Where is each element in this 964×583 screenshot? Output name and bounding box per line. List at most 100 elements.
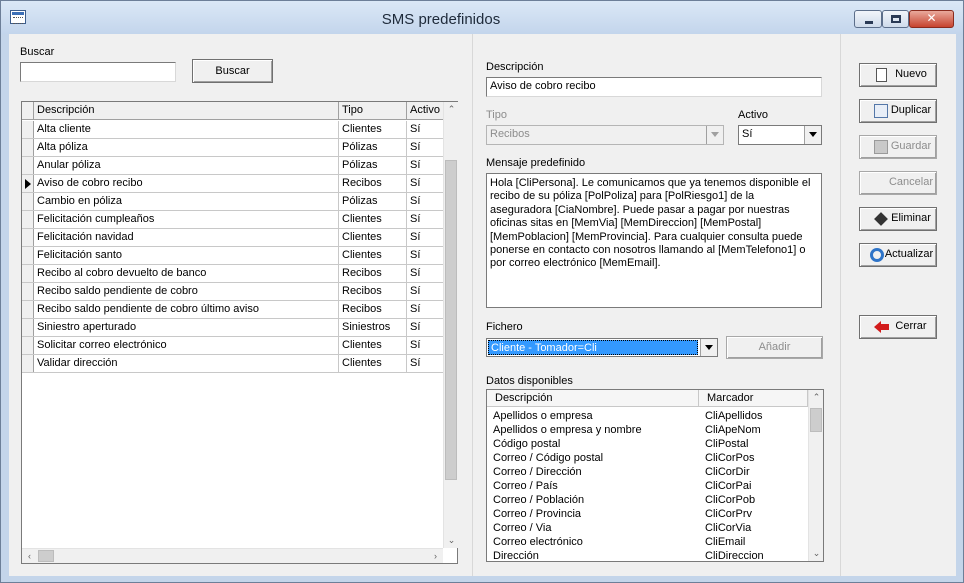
sms-grid[interactable]: Descripción Tipo Activo Alta cliente Clie… [21,101,458,564]
table-row[interactable]: Alta póliza Pólizas Sí [22,139,443,157]
cell-tipo[interactable]: Clientes [339,247,407,264]
cell-descripcion[interactable]: Felicitación santo [34,247,339,264]
cell-descripcion[interactable]: Felicitación cumpleaños [34,211,339,228]
table-row[interactable]: Cambio en póliza Pólizas Sí [22,193,443,211]
cell-activo[interactable]: Sí [407,121,443,138]
cell-descripcion[interactable]: Cambio en póliza [34,193,339,210]
cell-tipo[interactable]: Pólizas [339,193,407,210]
cell-activo[interactable]: Sí [407,229,443,246]
row-indicator[interactable] [22,139,34,156]
cell-activo[interactable]: Sí [407,211,443,228]
list-item[interactable]: Correo / Via CliCorVia [487,522,808,536]
scroll-left-icon[interactable]: ‹ [22,549,37,564]
tipo-dropdown-icon[interactable] [706,126,723,144]
row-indicator[interactable] [22,319,34,336]
minimize-button[interactable] [854,10,882,28]
fichero-select[interactable]: Cliente - Tomador=Cli [486,338,718,357]
cell-descripcion[interactable]: Aviso de cobro recibo [34,175,339,192]
activo-dropdown-icon[interactable] [804,126,821,144]
cell-activo[interactable]: Sí [407,139,443,156]
datos-header-descripcion[interactable]: Descripción [487,390,699,407]
cell-tipo[interactable]: Clientes [339,229,407,246]
row-indicator[interactable] [22,355,34,372]
cell-activo[interactable]: Sí [407,337,443,354]
guardar-button[interactable]: Guardar [859,135,937,159]
cerrar-button[interactable]: Cerrar [859,315,937,339]
cell-tipo[interactable]: Recibos [339,301,407,318]
descripcion-input[interactable]: Aviso de cobro recibo [486,77,822,97]
table-row[interactable]: Felicitación navidad Clientes Sí [22,229,443,247]
cell-tipo[interactable]: Recibos [339,175,407,192]
datos-header-marcador[interactable]: Marcador [699,390,808,407]
cell-activo[interactable]: Sí [407,355,443,372]
row-indicator[interactable] [22,121,34,138]
table-row[interactable]: Recibo saldo pendiente de cobro último a… [22,301,443,319]
table-row[interactable]: Felicitación santo Clientes Sí [22,247,443,265]
cell-descripcion[interactable]: Alta póliza [34,139,339,156]
datos-vertical-scrollbar[interactable]: ⌃ ⌄ [808,390,823,561]
datos-list[interactable]: Descripción Marcador Apellidos o empresa… [486,389,824,562]
cell-descripcion[interactable]: Recibo saldo pendiente de cobro [34,283,339,300]
row-indicator[interactable] [22,157,34,174]
cell-activo[interactable]: Sí [407,157,443,174]
search-input[interactable] [20,62,176,82]
search-button[interactable]: Buscar [192,59,273,83]
cell-tipo[interactable]: Pólizas [339,139,407,156]
cell-activo[interactable]: Sí [407,301,443,318]
row-indicator[interactable] [22,265,34,282]
row-indicator[interactable] [22,283,34,300]
cell-tipo[interactable]: Recibos [339,283,407,300]
nuevo-button[interactable]: Nuevo [859,63,937,87]
activo-select[interactable]: Sí [738,125,822,145]
table-row[interactable]: Siniestro aperturado Siniestros Sí [22,319,443,337]
datos-vscroll-thumb[interactable] [810,408,822,432]
table-row[interactable]: Validar dirección Clientes Sí [22,355,443,373]
list-item[interactable]: Correo / Provincia CliCorPrv [487,508,808,522]
scroll-up-icon[interactable]: ⌃ [444,102,459,117]
actualizar-button[interactable]: Actualizar [859,243,937,267]
list-item[interactable]: Correo / País CliCorPai [487,480,808,494]
grid-header-descripcion[interactable]: Descripción [34,102,339,120]
cell-descripcion[interactable]: Recibo saldo pendiente de cobro último a… [34,301,339,318]
list-item[interactable]: Correo / Dirección CliCorDir [487,466,808,480]
cell-tipo[interactable]: Clientes [339,337,407,354]
table-row[interactable]: Anular póliza Pólizas Sí [22,157,443,175]
grid-vertical-scrollbar[interactable]: ⌃ ⌄ [443,102,458,548]
list-item[interactable]: Apellidos o empresa y nombre CliApeNom [487,424,808,438]
list-item[interactable]: Correo / Población CliCorPob [487,494,808,508]
tipo-select[interactable]: Recibos [486,125,724,145]
list-item[interactable]: Correo electrónico CliEmail [487,536,808,550]
datos-scroll-up-icon[interactable]: ⌃ [809,390,823,405]
list-item[interactable]: Apellidos o empresa CliApellidos [487,410,808,424]
grid-header-tipo[interactable]: Tipo [339,102,407,120]
cell-descripcion[interactable]: Recibo al cobro devuelto de banco [34,265,339,282]
cell-tipo[interactable]: Pólizas [339,157,407,174]
row-indicator[interactable] [22,337,34,354]
scroll-right-icon[interactable]: › [428,549,443,564]
cell-descripcion[interactable]: Felicitación navidad [34,229,339,246]
list-item[interactable]: Código postal CliPostal [487,438,808,452]
close-button[interactable]: ✕ [909,10,954,28]
row-indicator[interactable] [22,211,34,228]
cell-activo[interactable]: Sí [407,265,443,282]
scroll-down-icon[interactable]: ⌄ [444,533,459,548]
table-row[interactable]: Aviso de cobro recibo Recibos Sí [22,175,443,193]
cell-descripcion[interactable]: Alta cliente [34,121,339,138]
cell-activo[interactable]: Sí [407,193,443,210]
cell-tipo[interactable]: Clientes [339,355,407,372]
cell-activo[interactable]: Sí [407,175,443,192]
cell-tipo[interactable]: Recibos [339,265,407,282]
cell-activo[interactable]: Sí [407,283,443,300]
grid-vscroll-thumb[interactable] [445,160,457,480]
cell-descripcion[interactable]: Siniestro aperturado [34,319,339,336]
cell-descripcion[interactable]: Validar dirección [34,355,339,372]
cell-tipo[interactable]: Siniestros [339,319,407,336]
row-indicator[interactable] [22,193,34,210]
table-row[interactable]: Alta cliente Clientes Sí [22,121,443,139]
anadir-button[interactable]: Añadir [726,336,823,359]
cell-activo[interactable]: Sí [407,319,443,336]
fichero-dropdown-icon[interactable] [700,339,717,356]
cell-tipo[interactable]: Clientes [339,121,407,138]
mensaje-textarea[interactable]: Hola [CliPersona]. Le comunicamos que ya… [486,173,822,308]
grid-hscroll-thumb[interactable] [38,550,54,562]
